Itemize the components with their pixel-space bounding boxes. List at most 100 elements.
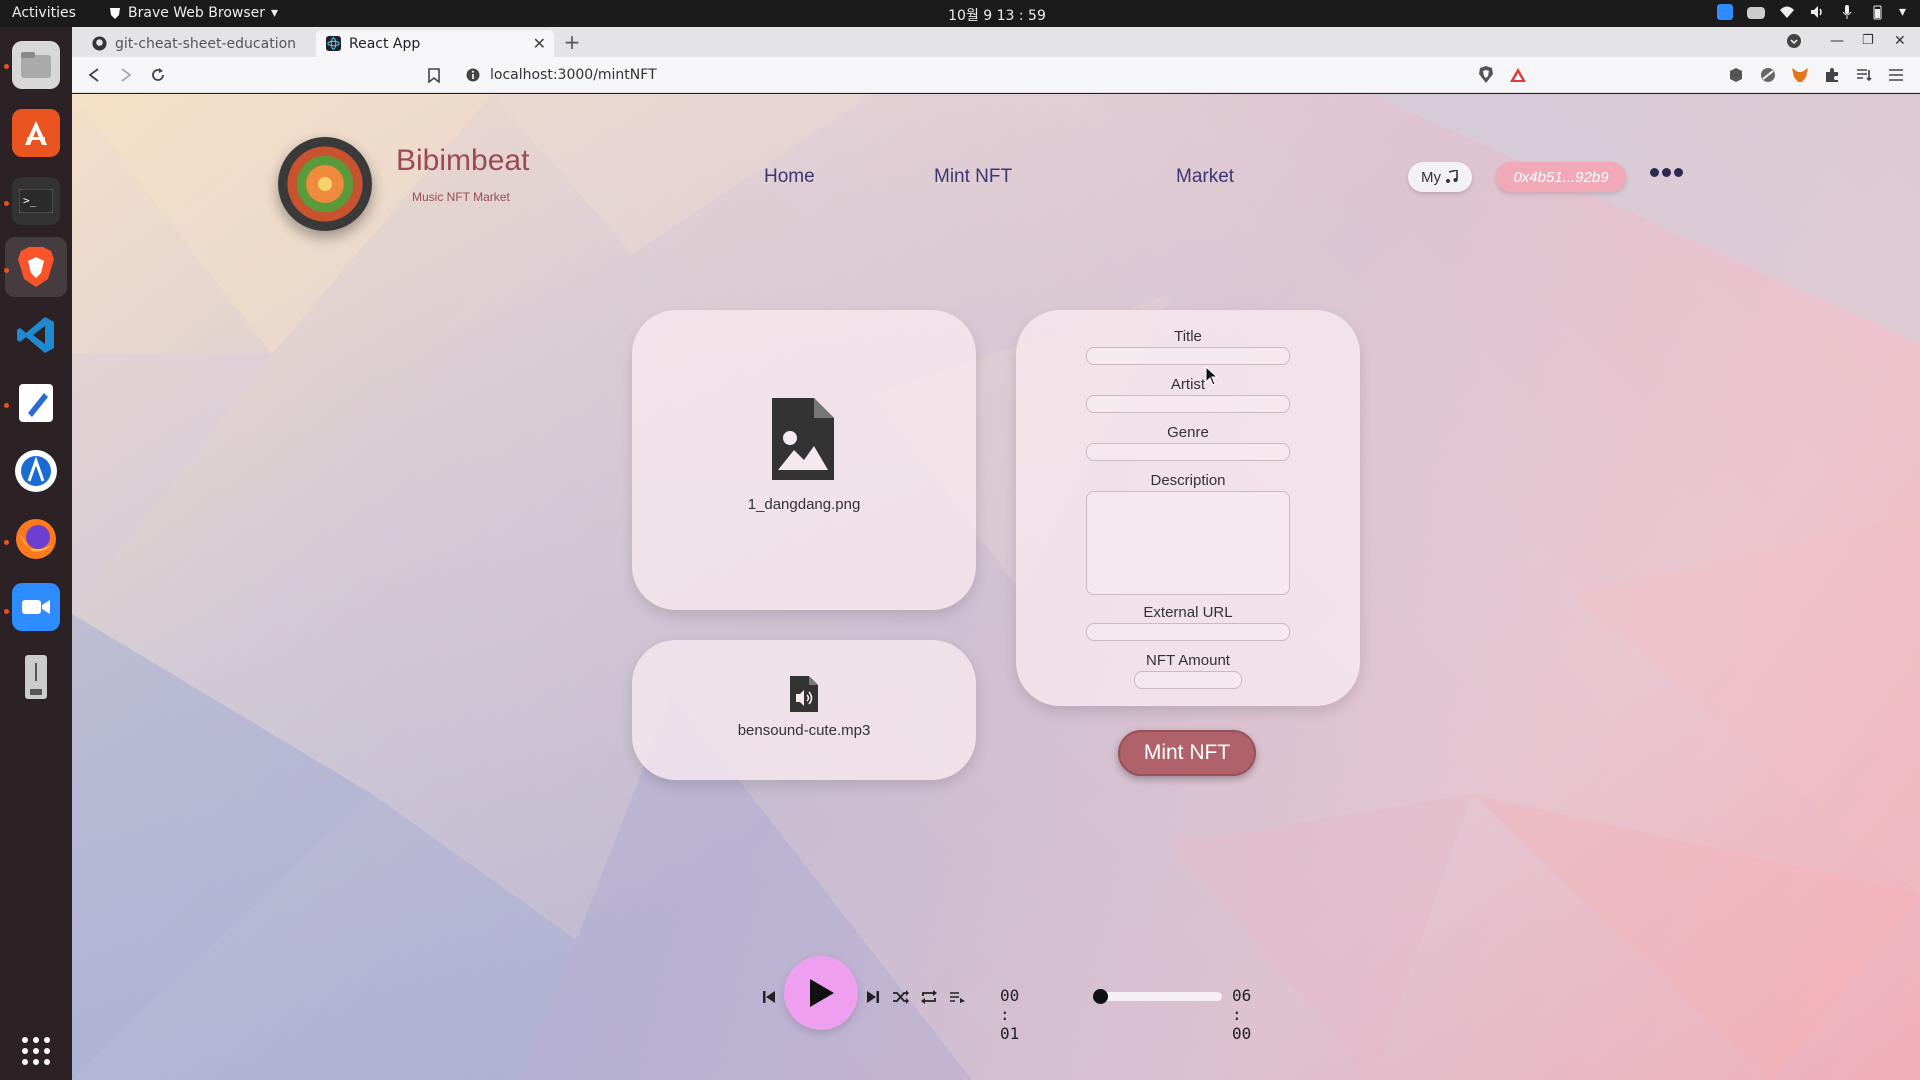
- brand-subtitle: Music NFT Market: [412, 190, 510, 204]
- nft-amount-label: NFT Amount: [1146, 652, 1230, 669]
- running-indicator: [4, 64, 9, 69]
- tab-react-app[interactable]: React App ✕: [316, 30, 554, 57]
- tab-git-cheat-sheet[interactable]: git-cheat-sheet-education: [82, 30, 312, 57]
- close-tab-icon[interactable]: ✕: [533, 34, 546, 53]
- tab-bar: git-cheat-sheet-education React App ✕ + …: [72, 27, 1920, 57]
- running-indicator: [4, 403, 9, 408]
- audio-upload-card[interactable]: bensound-cute.mp3: [632, 640, 976, 780]
- bookmark-icon[interactable]: [424, 65, 444, 85]
- bibimbap-logo-icon[interactable]: [278, 137, 372, 231]
- reading-list-icon[interactable]: [1854, 65, 1874, 85]
- my-collection-button[interactable]: My: [1408, 162, 1472, 192]
- image-file-icon: [772, 398, 834, 480]
- url-text: localhost:3000/mintNFT: [490, 67, 657, 83]
- microphone-icon[interactable]: [1839, 4, 1855, 20]
- image-file-name: 1_dangdang.png: [747, 496, 861, 513]
- external-url-input[interactable]: [1086, 623, 1290, 641]
- android-studio-icon[interactable]: [12, 447, 60, 495]
- clock[interactable]: 10월 9 13 : 59: [0, 5, 1920, 25]
- previous-track-icon[interactable]: [758, 986, 780, 1008]
- running-indicator: [4, 201, 9, 206]
- image-upload-card[interactable]: 1_dangdang.png: [632, 310, 976, 610]
- terminal-icon[interactable]: >_: [12, 177, 60, 225]
- forward-icon[interactable]: [116, 65, 136, 85]
- dock: >_: [0, 27, 72, 1080]
- music-note-icon: [1446, 170, 1458, 183]
- artist-label: Artist: [1170, 376, 1206, 393]
- brave-shields-icon[interactable]: [1476, 65, 1496, 85]
- genre-input[interactable]: [1086, 443, 1290, 461]
- volume-icon[interactable]: [1809, 4, 1825, 20]
- running-indicator: [4, 609, 9, 614]
- nav-mint-nft[interactable]: Mint NFT: [934, 166, 1012, 188]
- audio-file-icon: [790, 676, 818, 712]
- nft-amount-input[interactable]: [1134, 671, 1242, 689]
- title-label: Title: [1174, 328, 1202, 345]
- play-icon: [810, 979, 834, 1007]
- more-menu-icon[interactable]: [1650, 168, 1683, 177]
- tab-search-icon[interactable]: [1786, 33, 1802, 53]
- text-editor-icon[interactable]: [12, 379, 60, 427]
- background-lowpoly: [72, 94, 1920, 1080]
- mint-nft-button[interactable]: Mint NFT: [1118, 730, 1256, 776]
- system-menu-chevron-icon[interactable]: ▾: [1899, 4, 1906, 20]
- tab-label: React App: [349, 35, 421, 52]
- system-top-bar: Activities Brave Web Browser ▾ 10월 9 13 …: [0, 0, 1920, 27]
- address-bar[interactable]: localhost:3000/mintNFT: [454, 61, 1458, 89]
- back-icon[interactable]: [84, 65, 104, 85]
- brave-rewards-icon[interactable]: [1508, 65, 1528, 85]
- audio-file-name: bensound-cute.mp3: [737, 722, 871, 739]
- close-window-icon[interactable]: ✕: [1894, 33, 1906, 49]
- page-content: Bibimbeat Music NFT Market Home Mint NFT…: [72, 94, 1920, 1080]
- extensions-puzzle-icon[interactable]: [1822, 65, 1842, 85]
- svg-text:>_: >_: [23, 194, 37, 207]
- firefox-icon[interactable]: [12, 515, 60, 563]
- browser-toolbar: localhost:3000/mintNFT: [72, 57, 1920, 93]
- nav-home[interactable]: Home: [764, 166, 815, 188]
- nav-market[interactable]: Market: [1176, 166, 1234, 188]
- description-textarea[interactable]: [1086, 491, 1290, 595]
- battery-icon[interactable]: [1869, 4, 1885, 20]
- genre-label: Genre: [1167, 424, 1209, 441]
- playlist-icon[interactable]: [946, 986, 968, 1008]
- discord-tray-icon[interactable]: [1746, 7, 1765, 19]
- shuffle-icon[interactable]: [890, 986, 912, 1008]
- react-icon: [326, 36, 341, 51]
- next-track-icon[interactable]: [862, 986, 884, 1008]
- play-button[interactable]: [784, 956, 858, 1030]
- brand-name[interactable]: Bibimbeat: [396, 144, 529, 178]
- seek-bar[interactable]: [1093, 989, 1222, 1004]
- extension-cube-icon[interactable]: [1726, 65, 1746, 85]
- running-indicator: [4, 268, 9, 273]
- external-url-label: External URL: [1143, 604, 1233, 621]
- files-icon[interactable]: [12, 41, 60, 89]
- my-label: My: [1421, 168, 1441, 186]
- tab-label: git-cheat-sheet-education: [115, 35, 297, 52]
- hamburger-menu-icon[interactable]: [1886, 65, 1906, 85]
- zoom-icon[interactable]: [12, 583, 60, 631]
- app-store-icon[interactable]: [12, 109, 60, 157]
- github-icon: [92, 36, 107, 51]
- restore-icon[interactable]: ❐: [1862, 33, 1874, 48]
- mouse-cursor-icon: [1205, 366, 1219, 386]
- app-grid-icon[interactable]: [12, 1027, 60, 1075]
- metamask-icon[interactable]: [1790, 65, 1810, 85]
- brave-icon[interactable]: [12, 243, 60, 291]
- total-time: 06 : 00: [1232, 986, 1252, 1043]
- new-tab-button[interactable]: +: [562, 30, 582, 54]
- vscode-icon[interactable]: [12, 311, 60, 359]
- site-info-icon[interactable]: [466, 68, 480, 82]
- description-label: Description: [1150, 472, 1226, 489]
- extension-circle-icon[interactable]: [1758, 65, 1778, 85]
- zoom-tray-icon[interactable]: [1716, 4, 1733, 20]
- repeat-icon[interactable]: [918, 986, 940, 1008]
- title-input[interactable]: [1086, 347, 1290, 365]
- wallet-address-button[interactable]: 0x4b51...92b9: [1496, 162, 1626, 192]
- artist-input[interactable]: [1086, 395, 1290, 413]
- wifi-icon[interactable]: [1779, 4, 1795, 20]
- reload-icon[interactable]: [148, 65, 168, 85]
- running-indicator: [4, 540, 9, 545]
- minimize-icon[interactable]: —: [1830, 33, 1844, 49]
- current-time: 00 : 01: [1000, 986, 1020, 1043]
- usb-drive-icon[interactable]: [12, 653, 60, 701]
